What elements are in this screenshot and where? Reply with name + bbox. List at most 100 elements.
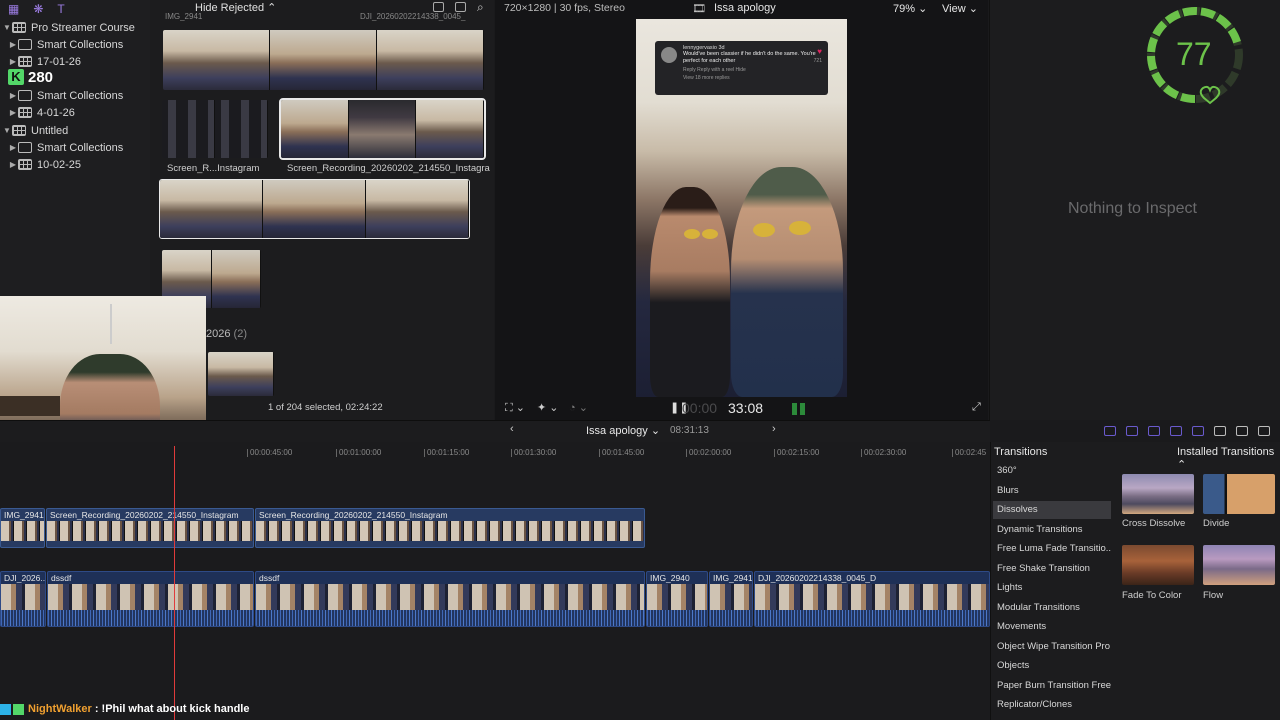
transitions-browser-icon[interactable] xyxy=(1258,426,1270,436)
effects-browser-icon[interactable] xyxy=(1236,426,1248,436)
browser-clip-selected[interactable] xyxy=(279,98,486,160)
score-value: 77 xyxy=(1176,36,1212,72)
transition-category-item[interactable]: Modular Transitions xyxy=(993,599,1111,617)
photos-audio-icon[interactable]: ❋ xyxy=(33,2,43,16)
sidebar-item-event[interactable]: ▶ 4-01-26 xyxy=(8,104,158,121)
timeline-clip[interactable]: DJI_20260202214338_0045_D xyxy=(754,571,990,627)
library-icon xyxy=(12,22,26,33)
sidebar-item-smart-collections[interactable]: ▶ Smart Collections xyxy=(8,87,158,104)
transition-category-item[interactable]: Paper Burn Transition Free xyxy=(993,677,1111,695)
transition-category-item[interactable]: Lights xyxy=(993,579,1111,597)
chevron-down-icon: ⌄ xyxy=(968,3,978,15)
timeline-clip-label: IMG_2941 xyxy=(4,510,44,520)
sidebar-item-label: Pro Streamer Course xyxy=(31,21,135,34)
clip-name: Screen_Recording_20260202_214550_Instagr… xyxy=(287,163,490,174)
disclosure-closed-icon[interactable]: ▶ xyxy=(8,143,18,152)
timeline-clip[interactable]: IMG_2941 xyxy=(0,508,45,548)
sidebar-item-label: Smart Collections xyxy=(37,89,124,102)
ruler-tick-label: 00:01:00:00 xyxy=(335,448,382,457)
clip-insert-icon[interactable] xyxy=(1126,426,1138,436)
disclosure-open-icon[interactable]: ▼ xyxy=(2,126,12,135)
forward-arrow-icon[interactable]: › xyxy=(772,423,776,435)
transition-thumb-cross-dissolve[interactable] xyxy=(1122,474,1194,514)
fullscreen-icon[interactable]: ⤢ xyxy=(972,401,981,414)
transition-category-item[interactable]: Objects xyxy=(993,657,1111,675)
timeline-project-menu[interactable]: Issa apology ⌄ xyxy=(586,424,660,437)
folder-icon xyxy=(18,39,32,50)
transition-category-item[interactable]: Dynamic Transitions xyxy=(993,521,1111,539)
disclosure-closed-icon[interactable]: ▶ xyxy=(8,57,18,66)
clip-connect-icon[interactable] xyxy=(1104,426,1116,436)
transition-category-item[interactable]: Object Wipe Transition Pro xyxy=(993,638,1111,656)
libraries-icon[interactable]: ▦ xyxy=(8,2,19,16)
transition-category-item[interactable]: Dissolves xyxy=(993,501,1111,519)
audio-skimming-icon[interactable] xyxy=(1170,426,1182,436)
timeline-clip[interactable]: Screen_Recording_20260202_214550_Instagr… xyxy=(255,508,645,548)
timeline-duration: 08:31:13 xyxy=(670,425,709,436)
transition-category-item[interactable]: Replicator/Clones xyxy=(993,696,1111,714)
titles-generators-icon[interactable]: T xyxy=(57,2,64,16)
clip-filter-menu[interactable]: Hide Rejected ⌃ xyxy=(195,1,276,14)
zoom-menu[interactable]: 79% ⌄ xyxy=(893,2,927,15)
instagram-comment: lennygervasio 3d Would've been classier … xyxy=(655,41,828,95)
clip-appearance-icon[interactable] xyxy=(1214,426,1226,436)
folder-icon xyxy=(18,142,32,153)
snapping-icon[interactable] xyxy=(1192,426,1204,436)
sidebar-item-event[interactable]: ▶ 10-02-25 xyxy=(8,156,158,173)
disclosure-closed-icon[interactable]: ▶ xyxy=(8,40,18,49)
browser-clip[interactable] xyxy=(162,100,268,158)
event-group-header[interactable]: 2026 (2) xyxy=(206,328,247,340)
installed-transitions-menu[interactable]: Installed Transitions ⌃ xyxy=(1177,446,1280,471)
disclosure-open-icon[interactable]: ▼ xyxy=(2,23,12,32)
ruler-tick-label: 00:02:15:00 xyxy=(773,448,820,457)
transition-thumb-divide[interactable] xyxy=(1203,474,1275,514)
transition-category-item[interactable]: Free Luma Fade Transitio... xyxy=(993,540,1111,558)
timeline-clip[interactable]: dssdf xyxy=(47,571,254,627)
view-menu[interactable]: View ⌄ xyxy=(942,2,978,15)
group-count: (2) xyxy=(233,328,247,340)
audio-meter xyxy=(792,403,797,415)
film-icon: 🎞 xyxy=(692,3,706,15)
enhance-wand-icon[interactable]: ✦ ⌄ xyxy=(537,401,559,414)
timeline-clip-label: dssdf xyxy=(259,573,280,583)
transition-thumb-flow[interactable] xyxy=(1203,545,1275,585)
back-arrow-icon[interactable]: ‹ xyxy=(510,423,514,435)
sidebar-toolbar: ▦ ❋ T xyxy=(8,2,65,16)
transition-category-item[interactable]: Movements xyxy=(993,618,1111,636)
timecode[interactable]: 33:08 xyxy=(728,400,763,416)
browser-clip[interactable] xyxy=(159,179,470,239)
search-icon[interactable]: ⌕ xyxy=(477,0,484,15)
timeline-clip[interactable]: Screen_Recording_20260202_214550_Instagr… xyxy=(46,508,254,548)
sidebar-item-smart-collections[interactable]: ▶ Smart Collections xyxy=(8,36,158,53)
transition-category-item[interactable]: Free Shake Transition xyxy=(993,560,1111,578)
disclosure-closed-icon[interactable]: ▶ xyxy=(8,160,18,169)
selection-status: 1 of 204 selected, 02:24:22 xyxy=(268,402,383,413)
timeline-clip[interactable]: IMG_2940 xyxy=(646,571,708,627)
sidebar-item-label: Smart Collections xyxy=(37,141,124,154)
timeline-clip[interactable]: dssdf xyxy=(255,571,645,627)
video-frame[interactable]: lennygervasio 3d Would've been classier … xyxy=(636,19,847,397)
clip-appearance-icon[interactable] xyxy=(433,2,444,12)
disclosure-closed-icon[interactable]: ▶ xyxy=(8,91,18,100)
speed-icon[interactable]: ◔ ⌄ xyxy=(569,401,588,414)
timeline-clip[interactable]: DJI_2026... xyxy=(0,571,46,627)
playhead[interactable] xyxy=(174,446,175,720)
heart-icon: ♥ xyxy=(817,47,822,56)
clip-append-icon[interactable] xyxy=(1148,426,1160,436)
browser-clip[interactable] xyxy=(208,352,274,396)
chevron-down-icon: ⌄ xyxy=(650,425,661,437)
browser-clip[interactable] xyxy=(163,30,484,90)
sidebar-item-library[interactable]: ▼ Untitled xyxy=(2,122,152,139)
sidebar-item-smart-collections[interactable]: ▶ Smart Collections xyxy=(8,139,158,156)
disclosure-closed-icon[interactable]: ▶ xyxy=(8,108,18,117)
transition-category-item[interactable]: 360° xyxy=(993,462,1111,480)
filmstrip-view-icon[interactable] xyxy=(455,2,466,12)
transform-icon[interactable]: ⛶ ⌄ xyxy=(505,401,525,415)
sidebar-item-library[interactable]: ▼ Pro Streamer Course xyxy=(2,19,152,36)
transition-thumb-fade-to-color[interactable] xyxy=(1122,545,1194,585)
transition-category-item[interactable]: Blurs xyxy=(993,482,1111,500)
timeline-clip[interactable]: IMG_2941 xyxy=(709,571,753,627)
clip-name: Screen_R...Instagram xyxy=(167,163,260,174)
ruler-tick-label: 00:02:30:00 xyxy=(860,448,907,457)
eye-patch xyxy=(753,223,775,237)
